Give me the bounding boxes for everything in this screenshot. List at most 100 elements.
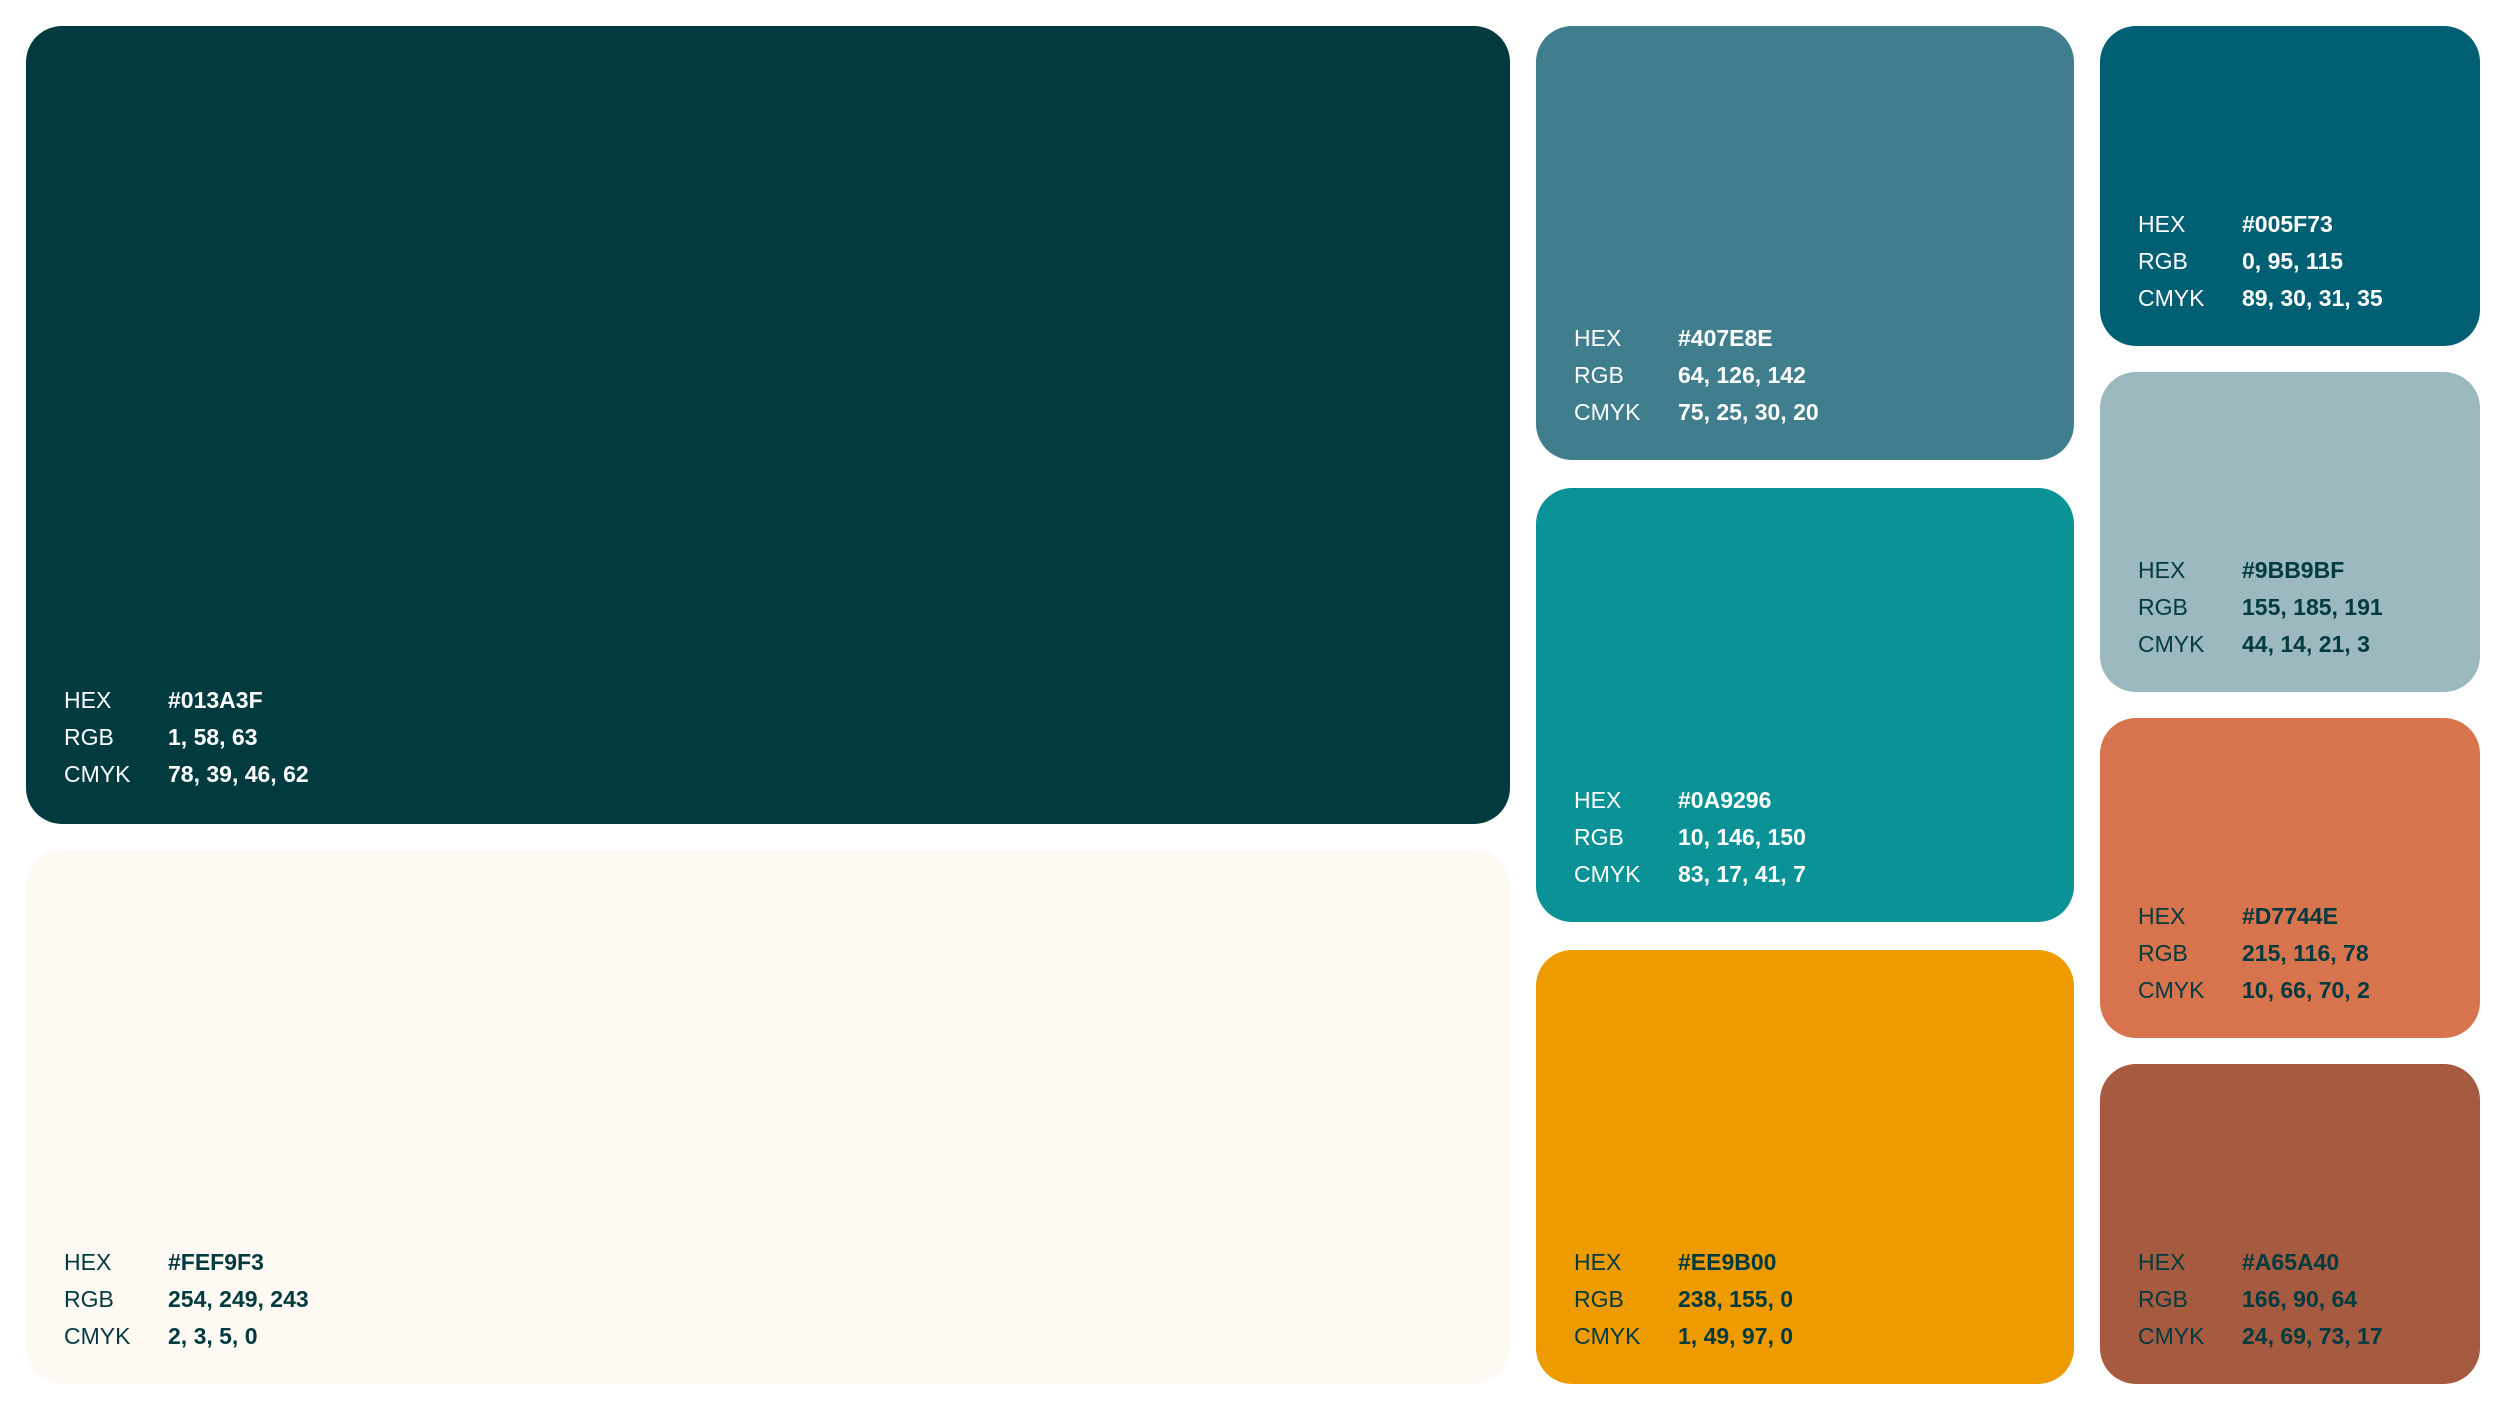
cmyk-value: 75, 25, 30, 20 [1678, 399, 1819, 425]
cmyk-value: 1, 49, 97, 0 [1678, 1323, 1794, 1349]
rgb-label: RGB [1574, 824, 1624, 850]
rgb-value: 166, 90, 64 [2242, 1286, 2358, 1312]
rgb-row: RGB 10, 146, 150 [1574, 819, 1806, 856]
cmyk-value: 24, 69, 73, 17 [2242, 1323, 2383, 1349]
cmyk-label: CMYK [2138, 285, 2205, 311]
cmyk-label: CMYK [2138, 1323, 2205, 1349]
rgb-label: RGB [2138, 594, 2188, 620]
hex-value: #A65A40 [2242, 1249, 2340, 1275]
rgb-value: 155, 185, 191 [2242, 594, 2383, 620]
cmyk-value: 78, 39, 46, 62 [168, 761, 309, 787]
swatch-a65a40: HEX #A65A40 RGB 166, 90, 64 CMYK 24, 69, 73… [2100, 1064, 2480, 1384]
cmyk-row: CMYK 89, 30, 31, 35 [2138, 280, 2383, 317]
swatch-9bb9bf: HEX #9BB9BF RGB 155, 185, 191 CMYK 44, 14, … [2100, 372, 2480, 692]
rgb-row: RGB 155, 185, 191 [2138, 589, 2383, 626]
cmyk-label: CMYK [64, 1323, 131, 1349]
swatch-info: HEX #407E8E RGB 64, 126, 142 CMYK 75, 25, 3… [1574, 320, 1819, 431]
swatch-info: HEX #EE9B00 RGB 238, 155, 0 CMYK 1, 49, 97,… [1574, 1244, 1793, 1355]
hex-value: #407E8E [1678, 325, 1773, 351]
hex-value: #EE9B00 [1678, 1249, 1777, 1275]
rgb-label: RGB [64, 724, 114, 750]
hex-row: HEX #D7744E [2138, 898, 2370, 935]
hex-label: HEX [2138, 557, 2186, 583]
rgb-value: 64, 126, 142 [1678, 362, 1806, 388]
rgb-row: RGB 254, 249, 243 [64, 1281, 309, 1318]
cmyk-value: 83, 17, 41, 7 [1678, 861, 1806, 887]
cmyk-value: 89, 30, 31, 35 [2242, 285, 2383, 311]
rgb-label: RGB [2138, 1286, 2188, 1312]
cmyk-value: 10, 66, 70, 2 [2242, 977, 2370, 1003]
cmyk-row: CMYK 44, 14, 21, 3 [2138, 626, 2383, 663]
rgb-row: RGB 1, 58, 63 [64, 719, 309, 756]
hex-row: HEX #0A9296 [1574, 782, 1806, 819]
swatch-info: HEX #005F73 RGB 0, 95, 115 CMYK 89, 30, 31,… [2138, 206, 2383, 317]
hex-value: #005F73 [2242, 211, 2333, 237]
hex-label: HEX [1574, 787, 1622, 813]
rgb-label: RGB [2138, 248, 2188, 274]
cmyk-label: CMYK [1574, 1323, 1641, 1349]
rgb-value: 10, 146, 150 [1678, 824, 1806, 850]
cmyk-row: CMYK 24, 69, 73, 17 [2138, 1318, 2383, 1355]
cmyk-row: CMYK 10, 66, 70, 2 [2138, 972, 2370, 1009]
rgb-row: RGB 215, 116, 78 [2138, 935, 2370, 972]
cmyk-row: CMYK 2, 3, 5, 0 [64, 1318, 309, 1355]
cmyk-row: CMYK 1, 49, 97, 0 [1574, 1318, 1793, 1355]
cmyk-label: CMYK [1574, 861, 1641, 887]
swatch-fef9f3: HEX #FEF9F3 RGB 254, 249, 243 CMYK 2, 3, 5,… [26, 850, 1510, 1384]
hex-row: HEX #005F73 [2138, 206, 2383, 243]
rgb-value: 254, 249, 243 [168, 1286, 309, 1312]
hex-row: HEX #9BB9BF [2138, 552, 2383, 589]
swatch-0a9296: HEX #0A9296 RGB 10, 146, 150 CMYK 83, 17, 4… [1536, 488, 2074, 922]
swatch-info: HEX #FEF9F3 RGB 254, 249, 243 CMYK 2, 3, 5,… [64, 1244, 309, 1355]
cmyk-row: CMYK 75, 25, 30, 20 [1574, 394, 1819, 431]
swatch-ee9b00: HEX #EE9B00 RGB 238, 155, 0 CMYK 1, 49, 97,… [1536, 950, 2074, 1384]
rgb-value: 0, 95, 115 [2242, 248, 2344, 274]
cmyk-label: CMYK [1574, 399, 1641, 425]
rgb-row: RGB 64, 126, 142 [1574, 357, 1819, 394]
hex-row: HEX #407E8E [1574, 320, 1819, 357]
hex-label: HEX [1574, 325, 1622, 351]
hex-label: HEX [2138, 1249, 2186, 1275]
cmyk-label: CMYK [2138, 977, 2205, 1003]
swatch-info: HEX #0A9296 RGB 10, 146, 150 CMYK 83, 17, 4… [1574, 782, 1806, 893]
rgb-label: RGB [1574, 1286, 1624, 1312]
rgb-label: RGB [2138, 940, 2188, 966]
color-palette: HEX #013A3F RGB 1, 58, 63 CMYK 78, 39, 46, … [0, 0, 2500, 1406]
swatch-407e8e: HEX #407E8E RGB 64, 126, 142 CMYK 75, 25, 3… [1536, 26, 2074, 460]
cmyk-row: CMYK 83, 17, 41, 7 [1574, 856, 1806, 893]
hex-value: #0A9296 [1678, 787, 1772, 813]
swatch-013a3f: HEX #013A3F RGB 1, 58, 63 CMYK 78, 39, 46, … [26, 26, 1510, 824]
hex-row: HEX #EE9B00 [1574, 1244, 1793, 1281]
hex-label: HEX [2138, 903, 2186, 929]
cmyk-label: CMYK [2138, 631, 2205, 657]
hex-value: #013A3F [168, 687, 263, 713]
cmyk-label: CMYK [64, 761, 131, 787]
swatch-info: HEX #D7744E RGB 215, 116, 78 CMYK 10, 66, 7… [2138, 898, 2370, 1009]
swatch-005f73: HEX #005F73 RGB 0, 95, 115 CMYK 89, 30, 31,… [2100, 26, 2480, 346]
cmyk-value: 44, 14, 21, 3 [2242, 631, 2370, 657]
cmyk-row: CMYK 78, 39, 46, 62 [64, 756, 309, 793]
rgb-value: 238, 155, 0 [1678, 1286, 1794, 1312]
hex-label: HEX [1574, 1249, 1622, 1275]
hex-row: HEX #A65A40 [2138, 1244, 2383, 1281]
rgb-label: RGB [1574, 362, 1624, 388]
hex-row: HEX #013A3F [64, 682, 309, 719]
cmyk-value: 2, 3, 5, 0 [168, 1323, 258, 1349]
swatch-info: HEX #9BB9BF RGB 155, 185, 191 CMYK 44, 14, … [2138, 552, 2383, 663]
swatch-info: HEX #A65A40 RGB 166, 90, 64 CMYK 24, 69, 73… [2138, 1244, 2383, 1355]
rgb-value: 1, 58, 63 [168, 724, 258, 750]
rgb-row: RGB 238, 155, 0 [1574, 1281, 1793, 1318]
hex-row: HEX #FEF9F3 [64, 1244, 309, 1281]
hex-label: HEX [2138, 211, 2186, 237]
rgb-value: 215, 116, 78 [2242, 940, 2369, 966]
rgb-row: RGB 0, 95, 115 [2138, 243, 2383, 280]
hex-label: HEX [64, 687, 112, 713]
hex-label: HEX [64, 1249, 112, 1275]
swatch-info: HEX #013A3F RGB 1, 58, 63 CMYK 78, 39, 46, … [64, 682, 309, 793]
rgb-label: RGB [64, 1286, 114, 1312]
hex-value: #9BB9BF [2242, 557, 2345, 583]
swatch-d7744e: HEX #D7744E RGB 215, 116, 78 CMYK 10, 66, 7… [2100, 718, 2480, 1038]
hex-value: #FEF9F3 [168, 1249, 264, 1275]
hex-value: #D7744E [2242, 903, 2338, 929]
rgb-row: RGB 166, 90, 64 [2138, 1281, 2383, 1318]
